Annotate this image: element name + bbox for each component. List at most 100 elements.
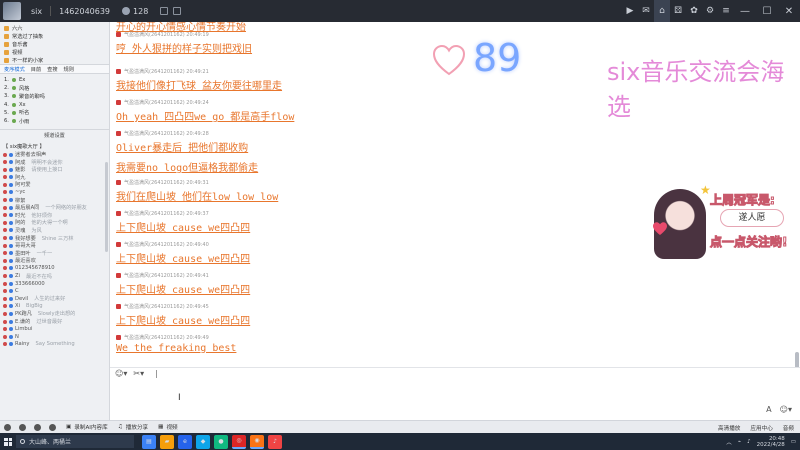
file-explorer-icon[interactable]: ▰ (160, 434, 174, 449)
message-meta[interactable]: 气盈溢满风(2641201162) 20:49:28 (124, 130, 209, 137)
home-icon[interactable]: ⌂ (654, 0, 670, 22)
sidebar-item[interactable]: 六六 (4, 24, 105, 32)
member-row[interactable]: 时光 他好烦你 (3, 211, 106, 219)
tab-mode[interactable]: 麦序模式 (4, 66, 25, 73)
share-button[interactable]: ♫ 播放分享 (118, 423, 148, 431)
volume-icon[interactable]: ♪ (747, 439, 751, 445)
member-row[interactable]: PK跑凡 Slowly走出想的 (3, 310, 106, 318)
message-input[interactable]: I A ☺▾ (110, 379, 800, 420)
member-row[interactable]: 最后晨A同 一个网络的好朋友 (3, 204, 106, 212)
list-item[interactable]: 1. Ex (4, 76, 105, 84)
message-meta[interactable]: 气盈溢满风(2641201162) 20:49:40 (124, 241, 209, 248)
chevron-up-icon[interactable]: ︿ (726, 438, 732, 446)
member-row[interactable]: 333666000 (3, 280, 106, 288)
tab-rules[interactable]: 规则 (64, 66, 74, 73)
sidebar-item[interactable]: 不一样的小家 (4, 56, 105, 64)
message-meta[interactable]: 气盈溢满风(2641201162) 20:49:31 (124, 179, 209, 186)
member-row[interactable]: 我好想要 Shine 三万林 (3, 234, 106, 242)
member-row[interactable]: 阿成 明明不会迷你 (3, 158, 106, 166)
message-meta[interactable]: 气盈溢满风(2641201162) 20:49:41 (124, 272, 209, 279)
settings-icon[interactable] (49, 423, 56, 431)
member-row[interactable]: 阿可爱 (3, 181, 106, 189)
member-row[interactable]: 迷雾者去相声 (3, 151, 106, 159)
sidebar-scrollbar[interactable] (105, 162, 108, 252)
member-row[interactable]: 012345678910 (3, 265, 106, 273)
member-row[interactable]: Xi BigBig (3, 303, 106, 311)
font-button[interactable]: A (766, 405, 771, 414)
settings-icon[interactable]: ⚙ (702, 0, 718, 22)
start-button[interactable] (0, 433, 16, 450)
emoji-button[interactable]: ☺▾ (115, 369, 127, 378)
channel-settings-label[interactable]: 频道设置 (44, 132, 65, 139)
member-row[interactable]: 阿的 他的大得一个啊 (3, 219, 106, 227)
member-row[interactable]: 哥哥大哥 (3, 242, 106, 250)
volume-icon[interactable] (34, 423, 41, 431)
recording-button[interactable]: ▣ 录制AI内容库 (66, 423, 108, 431)
taskbar-search[interactable]: 大山峰、两桶兰 (16, 435, 134, 448)
sidebar-item[interactable]: 视频 (4, 48, 105, 56)
layout-icon[interactable] (173, 7, 182, 15)
app-center-button[interactable]: 应用中心 (750, 424, 772, 432)
member-row[interactable]: N (3, 333, 106, 341)
member-row[interactable]: 阿九 (3, 174, 106, 182)
list-item[interactable]: 4. Xx (4, 101, 105, 109)
chat-scrollbar[interactable] (795, 352, 799, 367)
member-row[interactable]: Devil 人生的过来好 (3, 295, 106, 303)
chrome-icon[interactable]: ◎ (232, 434, 246, 449)
member-row[interactable]: E.谦的 过世音最好 (3, 318, 106, 326)
menu-icon[interactable]: ≡ (718, 0, 734, 22)
username[interactable]: six (31, 7, 42, 16)
message-meta[interactable]: 气盈溢满风(2641201162) 20:49:21 (124, 68, 209, 75)
screenshot-button[interactable]: ✂▾ (133, 369, 144, 378)
notification-icon[interactable]: ▭ (791, 439, 796, 445)
audio-mode-button[interactable]: 音频 (783, 424, 794, 432)
emoji-more-button[interactable]: ☺▾ (780, 405, 792, 414)
close-icon[interactable]: ✕ (778, 0, 800, 22)
minimize-icon[interactable]: — (734, 0, 756, 22)
list-item[interactable]: 6. 小雨 (4, 117, 105, 125)
music-app-icon[interactable]: ♪ (268, 434, 282, 449)
member-row[interactable]: 魅影 请使用上接口 (3, 166, 106, 174)
message-meta[interactable]: 气盈溢满风(2641201162) 20:49:45 (124, 303, 209, 310)
sidebar-item[interactable]: 音乐酱 (4, 40, 105, 48)
member-row[interactable]: ~yc (3, 189, 106, 197)
message-icon[interactable]: ✉ (638, 0, 654, 22)
member-row[interactable]: 最近喜欢 (3, 257, 106, 265)
maximize-icon[interactable]: ☐ (756, 0, 778, 22)
tab-current[interactable]: 目前 (31, 66, 41, 73)
clock[interactable]: 20:48 2022/4/28 (757, 436, 785, 448)
mic-icon[interactable] (4, 423, 11, 431)
sidebar-item[interactable]: 常选过了抽象 (4, 32, 105, 40)
message-meta[interactable]: 气盈溢满风(2641201162) 20:49:37 (124, 210, 209, 217)
speaker-icon[interactable] (19, 423, 26, 431)
member-row[interactable]: 墨田叶 一千一 (3, 249, 106, 257)
game-icon[interactable]: ⚄ (670, 0, 686, 22)
video-button[interactable]: ▦ 视频 (158, 423, 178, 431)
message-meta[interactable]: 气盈溢满风(2641201162) 20:49:49 (124, 334, 209, 341)
member-row[interactable]: Rainy Say Something (3, 341, 106, 349)
yy-app-icon[interactable]: ◉ (250, 434, 264, 449)
member-badge-icon (3, 296, 7, 301)
member-row[interactable]: 柳絮 (3, 196, 106, 204)
member-row[interactable]: C (3, 287, 106, 295)
quality-button[interactable]: 高清播放 (718, 424, 740, 432)
message-meta[interactable]: 气盈溢满风(2641201162) 20:49:19 (124, 31, 209, 38)
tab-search[interactable]: 查搜 (47, 66, 57, 73)
member-row[interactable]: Zi 最近不在吗 (3, 272, 106, 280)
network-icon[interactable]: ⌁ (738, 439, 741, 445)
taskview-icon[interactable]: ▤ (142, 434, 156, 449)
list-item[interactable]: 5. 听名 (4, 109, 105, 117)
app-icon[interactable]: ● (214, 434, 228, 449)
vscode-icon[interactable]: ◆ (196, 434, 210, 449)
member-row[interactable]: Limbui (3, 325, 106, 333)
edge-icon[interactable]: e (178, 434, 192, 449)
list-item[interactable]: 3. 聚音的聊吗 (4, 92, 105, 100)
message-meta[interactable]: 气盈溢满风(2641201162) 20:49:24 (124, 99, 209, 106)
window-icon[interactable] (160, 7, 169, 15)
avatar[interactable] (3, 2, 21, 20)
gift-icon[interactable]: ✿ (686, 0, 702, 22)
video-icon[interactable]: ▶ (622, 0, 638, 22)
list-item[interactable]: 2. 风格 (4, 84, 105, 92)
member-row[interactable]: 灵魂 为风 (3, 227, 106, 235)
member-row[interactable]: 【 six魔歌大厅 】 (3, 143, 106, 151)
